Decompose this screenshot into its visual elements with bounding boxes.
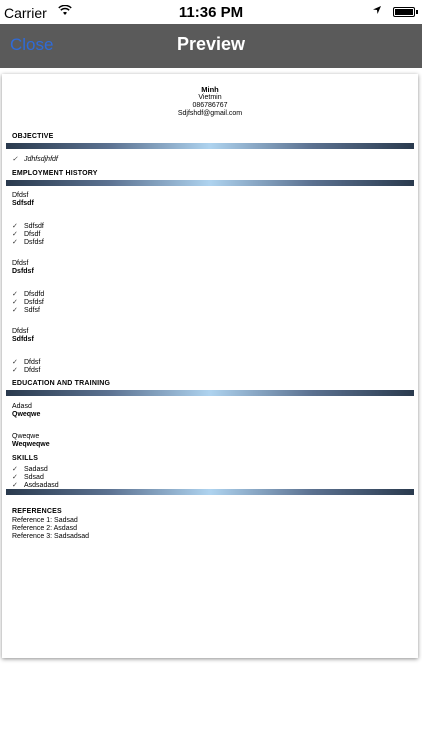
reference-item: Reference 1: Sadsad [12,517,78,524]
check-icon: ✓ [12,367,18,374]
battery-icon [393,7,418,17]
check-icon: ✓ [12,359,18,366]
list-item: ✓ Sadasd [12,466,48,473]
list-item: ✓ Dfdsf [12,367,41,374]
section-divider [6,180,414,186]
list-item: ✓ Sdsad [12,474,44,481]
reference-item: Reference 3: Sadsadsad [12,533,90,540]
status-time: 11:36 PM [178,4,244,21]
education-title: EDUCATION AND TRAINING [12,380,111,387]
list-item: ✓ Asdsadasd [12,482,59,489]
preview-area[interactable]: Minh Vietmin 086786767 Sdjfshdf@gmail.co… [0,68,422,750]
resume-page: Minh Vietmin 086786767 Sdjfshdf@gmail.co… [2,74,418,658]
section-divider [6,143,414,149]
check-icon: ✓ [12,474,18,481]
check-icon: ✓ [12,156,18,163]
check-icon: ✓ [12,291,18,298]
status-bar: Carrier 11:36 PM [0,0,422,24]
list-item: ✓ Dfsdf [12,231,41,238]
education-degree: Qweqwe [12,411,41,418]
location-arrow-icon [372,4,382,18]
job-position: Dsfdsf [12,268,34,275]
job-position: Sdfdsf [12,336,34,343]
list-item: ✓ Dsfdsf [12,239,44,246]
job-company: Dfdsf [12,260,29,267]
employment-title: EMPLOYMENT HISTORY [12,170,98,177]
list-item: ✓ Dsfdsf [12,299,44,306]
resume-name: Minh [201,85,219,94]
navigation-bar: Close Preview [0,24,422,68]
list-item: ✓ Dfdsf [12,359,41,366]
section-divider [6,390,414,396]
resume-country: Vietmin [198,94,222,101]
skills-title: SKILLS [12,455,39,462]
education-degree: Weqweqwe [12,441,50,448]
resume-phone: 086786767 [192,102,228,109]
education-school: Adasd [12,403,32,410]
check-icon: ✓ [12,223,18,230]
page-title: Preview [176,34,246,54]
resume-email: Sdjfshdf@gmail.com [177,110,243,117]
objective-title: OBJECTIVE [12,133,54,140]
references-title: REFERENCES [12,508,62,515]
resume-header: Minh Vietmin 086786767 Sdjfshdf@gmail.co… [2,86,418,118]
education-school: Qweqwe [12,433,40,440]
objective-item: ✓ Jdhfsdjhfdf [12,156,58,163]
job-position: Sdfsdf [12,200,34,207]
check-icon: ✓ [12,307,18,314]
check-icon: ✓ [12,482,18,489]
check-icon: ✓ [12,239,18,246]
check-icon: ✓ [12,299,18,306]
list-item: ✓ Dfsdfd [12,291,45,298]
job-company: Dfdsf [12,192,29,199]
list-item: ✓ Sdfsf [12,307,40,314]
list-item: ✓ Sdfsdf [12,223,44,230]
job-company: Dfdsf [12,328,29,335]
section-divider [6,489,414,495]
reference-item: Reference 2: Asdasd [12,525,77,532]
check-icon: ✓ [12,466,18,473]
check-icon: ✓ [12,231,18,238]
